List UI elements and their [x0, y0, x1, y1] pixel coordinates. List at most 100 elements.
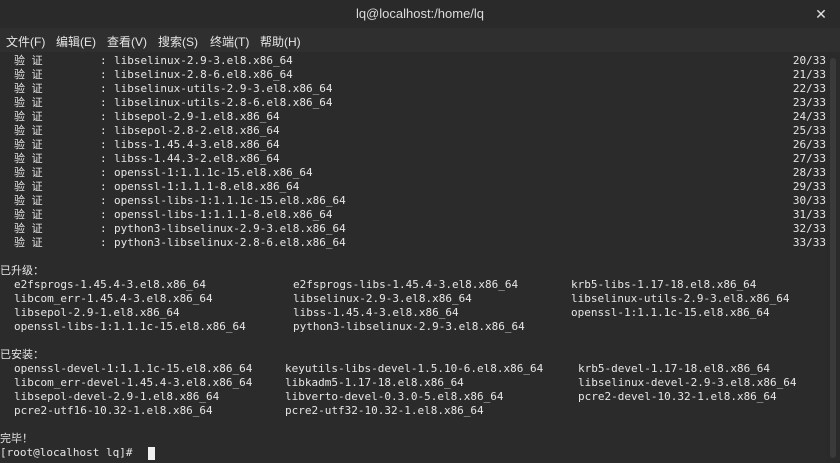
verify-package: libss-1.45.4-3.el8.x86_64 [114, 138, 280, 151]
verify-colon: : [100, 222, 107, 235]
verify-row: 验 证: libsepol-2.8-2.el8.x86_64 25/33 [0, 124, 826, 138]
verify-label: 验 证 [14, 180, 43, 193]
verify-row: 验 证: libss-1.44.3-2.el8.x86_64 27/33 [0, 152, 826, 166]
verify-label: 验 证 [14, 166, 43, 179]
verify-count: 25/33 [792, 124, 826, 137]
verify-colon: : [100, 166, 107, 179]
upgraded-heading: 已升级： [0, 264, 44, 277]
verify-label: 验 证 [14, 236, 43, 249]
verify-count: 33/33 [792, 236, 826, 249]
verify-colon: : [100, 68, 107, 81]
installed-package: libverto-devel-0.3.0-5.el8.x86_64 [285, 390, 504, 403]
menu-view[interactable]: 查看(V) [107, 33, 147, 50]
upgraded-package: libsepol-2.9-1.el8.x86_64 [14, 306, 180, 319]
verify-label: 验 证 [14, 68, 43, 81]
vertical-scrollbar[interactable] [826, 52, 840, 463]
done-message: 完毕！ [0, 432, 33, 445]
installed-package: keyutils-libs-devel-1.5.10-6.el8.x86_64 [285, 362, 544, 375]
verify-package: openssl-libs-1:1.1.1c-15.el8.x86_64 [114, 194, 346, 207]
verify-row: 验 证: libsepol-2.9-1.el8.x86_64 24/33 [0, 110, 826, 124]
verify-count: 26/33 [792, 138, 826, 151]
installed-package: libsepol-devel-2.9-1.el8.x86_64 [14, 390, 220, 403]
verify-label: 验 证 [14, 96, 43, 109]
verify-count: 21/33 [792, 68, 826, 81]
verify-label: 验 证 [14, 110, 43, 123]
upgraded-package: python3-libselinux-2.9-3.el8.x86_64 [293, 320, 525, 333]
verify-label: 验 证 [14, 82, 43, 95]
verify-count: 30/33 [792, 194, 826, 207]
installed-package: libselinux-devel-2.9-3.el8.x86_64 [578, 376, 797, 389]
verify-label: 验 证 [14, 124, 43, 137]
text-cursor [148, 447, 155, 460]
menu-search[interactable]: 搜索(S) [158, 33, 198, 50]
verify-row: 验 证: openssl-1:1.1.1-8.el8.x86_64 29/33 [0, 180, 826, 194]
verify-colon: : [100, 82, 107, 95]
verify-row: 验 证: libselinux-utils-2.8-6.el8.x86_64 23/… [0, 96, 826, 110]
verify-colon: : [100, 180, 107, 193]
verify-count: 28/33 [792, 166, 826, 179]
upgraded-package: libselinux-2.9-3.el8.x86_64 [293, 292, 472, 305]
verify-count: 24/33 [792, 110, 826, 123]
verify-package: libselinux-utils-2.8-6.el8.x86_64 [114, 96, 333, 109]
upgraded-package: libss-1.45.4-3.el8.x86_64 [293, 306, 459, 319]
verify-count: 31/33 [792, 208, 826, 221]
verify-count: 22/33 [792, 82, 826, 95]
installed-package: pcre2-utf32-10.32-1.el8.x86_64 [285, 404, 484, 417]
upgraded-package: krb5-libs-1.17-18.el8.x86_64 [571, 278, 757, 291]
upgraded-package: libcom_err-1.45.4-3.el8.x86_64 [14, 292, 213, 305]
menu-edit[interactable]: 编辑(E) [56, 33, 96, 50]
verify-row: 验 证: openssl-libs-1:1.1.1c-15.el8.x86_64 3… [0, 194, 826, 208]
upgraded-package: openssl-libs-1:1.1.1c-15.el8.x86_64 [14, 320, 246, 333]
shell-prompt: [root@localhost lq]# [0, 446, 140, 459]
installed-package: pcre2-utf16-10.32-1.el8.x86_64 [14, 404, 213, 417]
menu-help[interactable]: 帮助(H) [260, 33, 301, 50]
upgraded-package: openssl-1:1.1.1c-15.el8.x86_64 [571, 306, 770, 319]
installed-package: libkadm5-1.17-18.el8.x86_64 [285, 376, 464, 389]
window-titlebar: lq@localhost:/home/lq ✕ [0, 0, 840, 29]
verify-colon: : [100, 194, 107, 207]
upgraded-package: e2fsprogs-libs-1.45.4-3.el8.x86_64 [293, 278, 519, 291]
verify-package: python3-libselinux-2.8-6.el8.x86_64 [114, 236, 346, 249]
verify-colon: : [100, 138, 107, 151]
verify-colon: : [100, 96, 107, 109]
verify-package: libselinux-2.8-6.el8.x86_64 [114, 68, 293, 81]
verify-label: 验 证 [14, 208, 43, 221]
installed-package: openssl-devel-1:1.1.1c-15.el8.x86_64 [14, 362, 253, 375]
menu-terminal[interactable]: 终端(T) [210, 33, 249, 50]
verify-count: 29/33 [792, 180, 826, 193]
installed-package: libcom_err-devel-1.45.4-3.el8.x86_64 [14, 376, 253, 389]
verify-package: openssl-1:1.1.1-8.el8.x86_64 [114, 180, 300, 193]
upgraded-package: libselinux-utils-2.9-3.el8.x86_64 [571, 292, 790, 305]
verify-package: libss-1.44.3-2.el8.x86_64 [114, 152, 280, 165]
close-button[interactable]: ✕ [810, 4, 832, 24]
verify-row: 验 证: libselinux-2.8-6.el8.x86_64 21/33 [0, 68, 826, 82]
window-title: lq@localhost:/home/lq [355, 6, 485, 21]
verify-label: 验 证 [14, 54, 43, 67]
verify-row: 验 证: openssl-libs-1:1.1.1-8.el8.x86_64 31/… [0, 208, 826, 222]
verify-count: 20/33 [792, 54, 826, 67]
verify-package: openssl-libs-1:1.1.1-8.el8.x86_64 [114, 208, 333, 221]
verify-label: 验 证 [14, 152, 43, 165]
verify-colon: : [100, 236, 107, 249]
menu-file[interactable]: 文件(F) [6, 33, 45, 50]
verify-row: 验 证: libselinux-2.9-3.el8.x86_64 20/33 [0, 54, 826, 68]
verify-count: 23/33 [792, 96, 826, 109]
verify-colon: : [100, 152, 107, 165]
terminal-output[interactable]: 验 证: libselinux-2.9-3.el8.x86_64 20/33 验 证:… [0, 52, 826, 463]
verify-count: 27/33 [792, 152, 826, 165]
verify-row: 验 证: libselinux-utils-2.9-3.el8.x86_64 22/… [0, 82, 826, 96]
verify-colon: : [100, 110, 107, 123]
verify-label: 验 证 [14, 222, 43, 235]
verify-row: 验 证: python3-libselinux-2.8-6.el8.x86_64 3… [0, 236, 826, 250]
verify-colon: : [100, 124, 107, 137]
verify-package: libselinux-utils-2.9-3.el8.x86_64 [114, 82, 333, 95]
upgraded-package: e2fsprogs-1.45.4-3.el8.x86_64 [14, 278, 207, 291]
installed-package: pcre2-devel-10.32-1.el8.x86_64 [578, 390, 777, 403]
verify-package: libsepol-2.8-2.el8.x86_64 [114, 124, 280, 137]
verify-package: libsepol-2.9-1.el8.x86_64 [114, 110, 280, 123]
verify-row: 验 证: openssl-1:1.1.1c-15.el8.x86_64 28/33 [0, 166, 826, 180]
scrollbar-thumb[interactable] [830, 58, 836, 458]
verify-label: 验 证 [14, 194, 43, 207]
verify-package: openssl-1:1.1.1c-15.el8.x86_64 [114, 166, 313, 179]
verify-package: libselinux-2.9-3.el8.x86_64 [114, 54, 293, 67]
